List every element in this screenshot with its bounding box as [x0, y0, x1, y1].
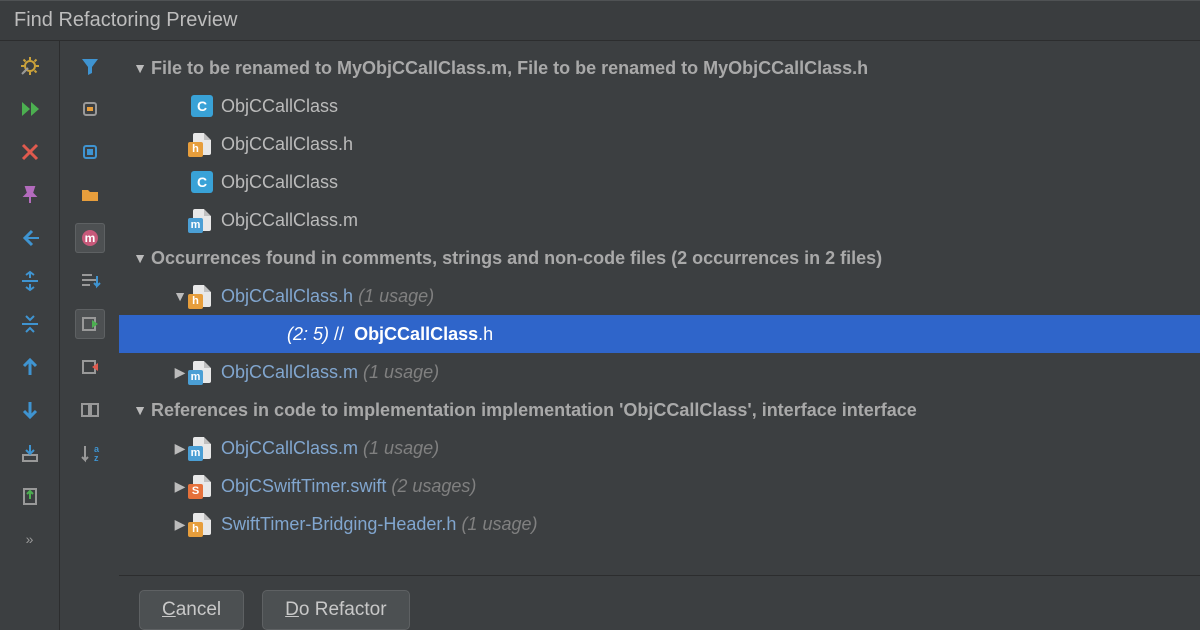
usage-count: (1 usage): [363, 362, 439, 383]
tree-section-header[interactable]: ▼ Occurrences found in comments, strings…: [119, 239, 1200, 277]
svg-text:m: m: [84, 231, 95, 245]
preview-panel-icon[interactable]: [75, 395, 105, 425]
filter-icon[interactable]: [75, 51, 105, 81]
tree-item[interactable]: C ObjCCallClass: [119, 87, 1200, 125]
tree-item[interactable]: ▶ h SwiftTimer-Bridging-Header.h (1 usag…: [119, 505, 1200, 543]
export-page-icon[interactable]: [15, 481, 45, 511]
chevron-down-icon[interactable]: ▼: [129, 60, 151, 76]
sort-icon[interactable]: [75, 266, 105, 296]
match-text: ObjCCallClass: [354, 324, 478, 345]
m-file-icon: m: [191, 437, 213, 459]
item-label: ObjCCallClass.m: [221, 362, 358, 383]
rerun-icon[interactable]: [15, 94, 45, 124]
usage-count: (1 usage): [358, 286, 434, 307]
svg-text:z: z: [94, 453, 99, 463]
group-usage-icon[interactable]: [75, 94, 105, 124]
match-tail: .h: [478, 324, 493, 345]
chevron-down-icon[interactable]: ▼: [129, 250, 151, 266]
chevron-down-icon[interactable]: ▼: [129, 402, 151, 418]
tree-item[interactable]: m ObjCCallClass.m: [119, 201, 1200, 239]
usage-count: (2 usages): [391, 476, 476, 497]
item-label: ObjCCallClass.m: [221, 438, 358, 459]
item-label: ObjCCallClass.h: [221, 286, 353, 307]
sep: //: [334, 324, 344, 345]
item-label: ObjCCallClass.m: [221, 210, 358, 231]
expand-all-icon[interactable]: [15, 266, 45, 296]
tree-item[interactable]: h ObjCCallClass.h: [119, 125, 1200, 163]
export-icon[interactable]: [15, 438, 45, 468]
tree-item[interactable]: ▼ h ObjCCallClass.h (1 usage): [119, 277, 1200, 315]
usage-count: (1 usage): [461, 514, 537, 535]
collapse-icon[interactable]: [15, 309, 45, 339]
footer: Cancel Do Refactor: [119, 575, 1200, 630]
do-refactor-button[interactable]: Do Refactor: [262, 590, 409, 630]
tree-item[interactable]: ▶ m ObjCCallClass.m (1 usage): [119, 429, 1200, 467]
tree-item[interactable]: ▶ m ObjCCallClass.m (1 usage): [119, 353, 1200, 391]
down-arrow-icon[interactable]: [15, 395, 45, 425]
group-module-icon[interactable]: [75, 137, 105, 167]
tree-section-header[interactable]: ▼ File to be renamed to MyObjCCallClass.…: [119, 49, 1200, 87]
group-method-icon[interactable]: m: [75, 223, 105, 253]
toolbar-column-2: m az: [60, 41, 119, 630]
h-file-icon: h: [191, 513, 213, 535]
tree-section-header[interactable]: ▼ References in code to implementation i…: [119, 391, 1200, 429]
more-icon[interactable]: »: [15, 524, 45, 554]
m-file-icon: m: [191, 361, 213, 383]
h-file-icon: h: [191, 285, 213, 307]
item-label: ObjCCallClass: [221, 96, 338, 117]
autoscroll-source-icon[interactable]: [75, 309, 105, 339]
pin-icon[interactable]: [15, 180, 45, 210]
item-label: SwiftTimer-Bridging-Header.h: [221, 514, 456, 535]
up-arrow-icon[interactable]: [15, 352, 45, 382]
autoscroll-from-icon[interactable]: [75, 352, 105, 382]
item-label: ObjCCallClass.h: [221, 134, 353, 155]
swift-file-icon: S: [191, 475, 213, 497]
class-icon: C: [191, 171, 213, 193]
sort-alpha-icon[interactable]: az: [75, 438, 105, 468]
cancel-button[interactable]: Cancel: [139, 590, 244, 630]
results-tree[interactable]: ▼ File to be renamed to MyObjCCallClass.…: [119, 41, 1200, 575]
item-label: ObjCCallClass: [221, 172, 338, 193]
toolbar-column-1: »: [0, 41, 60, 630]
tree-item[interactable]: ▶ S ObjCSwiftTimer.swift (2 usages): [119, 467, 1200, 505]
h-file-icon: h: [191, 133, 213, 155]
main-panel: ▼ File to be renamed to MyObjCCallClass.…: [119, 41, 1200, 630]
settings-icon[interactable]: [15, 51, 45, 81]
group-directory-icon[interactable]: [75, 180, 105, 210]
section-label: File to be renamed to MyObjCCallClass.m,…: [151, 58, 868, 79]
prev-occurrence-icon[interactable]: [15, 223, 45, 253]
line-col: (2: 5): [287, 324, 329, 345]
tree-item[interactable]: C ObjCCallClass: [119, 163, 1200, 201]
section-label: References in code to implementation imp…: [151, 400, 917, 421]
window-title: Find Refactoring Preview: [0, 0, 1200, 41]
cancel-icon[interactable]: [15, 137, 45, 167]
class-icon: C: [191, 95, 213, 117]
tree-occurrence-selected[interactable]: (2: 5) // ObjCCallClass.h: [119, 315, 1200, 353]
usage-count: (1 usage): [363, 438, 439, 459]
item-label: ObjCSwiftTimer.swift: [221, 476, 386, 497]
section-label: Occurrences found in comments, strings a…: [151, 248, 882, 269]
m-file-icon: m: [191, 209, 213, 231]
